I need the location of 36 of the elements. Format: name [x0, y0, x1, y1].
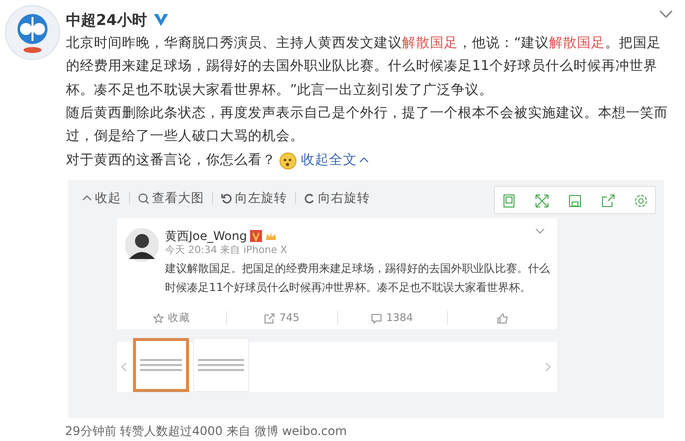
action-button[interactable]: 收藏	[117, 311, 226, 326]
action-button[interactable]: 1384	[336, 311, 447, 326]
author-name[interactable]: 中超24小时	[66, 8, 147, 32]
dropdown-chevron-icon[interactable]	[535, 228, 545, 234]
toolbar-button[interactable]: 向右旋转	[304, 189, 370, 208]
settings-icon[interactable]	[634, 194, 648, 208]
post-footer: 29分钟前 转赞人数超过4000 来自 微博 weibo.com	[65, 422, 685, 440]
share-icon[interactable]	[601, 194, 615, 208]
thinking-emoji-icon	[278, 150, 298, 170]
comment-icon	[371, 312, 382, 324]
post-paragraph: 随后黄西删除此条状态，再度发声表示自己是个外行，提了一个根本不会被实施建议。本想一笑而过，倒是给了一些人破口大骂的机会。	[66, 104, 669, 146]
star-icon	[153, 312, 164, 324]
post-paragraph: 北京时间昨晚，华裔脱口秀演员、主持人黄西发文建议解散国足，他说：“建议解散国足。把国足的经费用来建足球场，踢得好的去国外职业队比赛。什么时候凑足11个好球员什么时候再冲世界杯。凑不足也不耽误大家看世界杯。”此言一出立刻引发了广泛争议。	[66, 34, 662, 100]
user-avatar[interactable]	[125, 228, 159, 262]
toolbar-button[interactable]: 查看大图	[138, 189, 204, 208]
expand-icon[interactable]	[535, 194, 549, 208]
toolbar-button[interactable]: 向左旋转	[221, 189, 287, 208]
rotate-right-icon	[304, 192, 315, 204]
search-icon	[138, 192, 149, 204]
rotate-left-icon	[221, 192, 232, 204]
action-button[interactable]: 745	[226, 311, 336, 326]
toolbar-button[interactable]: 收起	[82, 189, 121, 208]
avatar-logo[interactable]	[5, 5, 60, 60]
collapse-link[interactable]: 收起全文	[301, 150, 369, 171]
verified-badge-icon	[250, 230, 262, 242]
question-text: 对于黄西的这番言论，你怎么看？	[66, 151, 276, 170]
thumbs-up-icon	[496, 312, 508, 324]
post-text: 建议解散国足。把国足的经费用来建足球场，踢得好的去国外职业队比赛。什么时候凑足11个好球员什么时候再冲世界杯。凑不足也不耽误大家看世界杯。	[165, 261, 551, 296]
save-icon[interactable]	[568, 194, 582, 208]
author-name[interactable]: 黄西Joe_Wong	[165, 227, 247, 246]
post-meta: 今天 20:34 来自 iPhone X	[165, 244, 288, 258]
repost-icon	[264, 312, 276, 324]
crown-icon	[265, 230, 277, 242]
thumbnail[interactable]	[133, 338, 189, 392]
caret-icon	[359, 157, 369, 164]
dropdown-chevron-icon[interactable]	[659, 10, 673, 18]
